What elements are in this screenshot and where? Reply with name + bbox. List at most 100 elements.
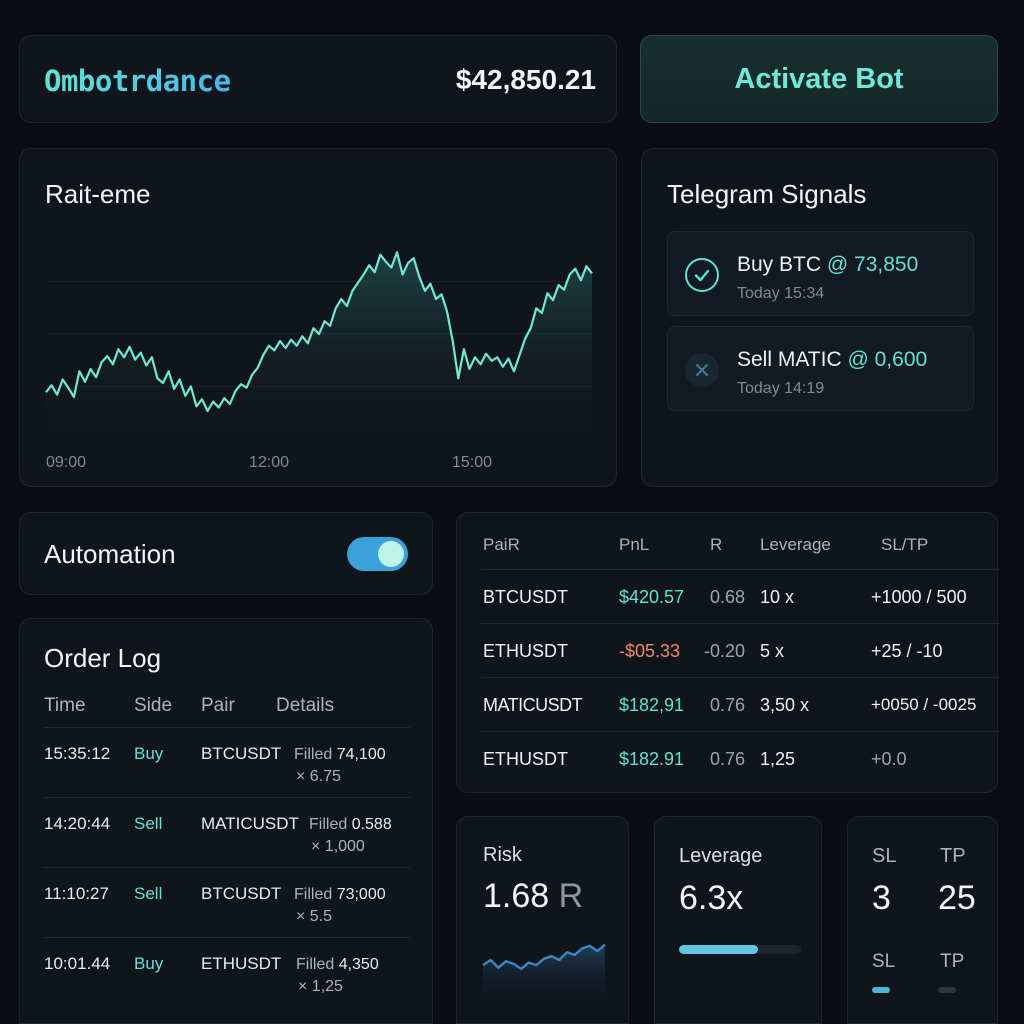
position-row[interactable]: ETHUSDT $182.91 0.76 1,25 +0.0 — [481, 731, 999, 785]
tp-label-secondary: TP — [940, 951, 965, 972]
position-sltp: +0.0 — [871, 749, 907, 769]
order-log-row[interactable]: 11:10:27 Sell BTCUSDT Filled 73;000 × 5.… — [44, 867, 410, 937]
log-header-side: Side — [134, 695, 173, 716]
x-icon — [685, 353, 719, 387]
filled-label: Filled — [294, 886, 333, 903]
automation-label: Automation — [44, 539, 176, 569]
filled-label: Filled — [294, 746, 333, 763]
price-chart-card: Rait-eme 09:00 12:00 15:00 — [19, 148, 617, 487]
log-header-details: Details — [276, 695, 335, 716]
check-icon — [685, 258, 719, 292]
sl-value: 3 — [872, 879, 891, 917]
risk-value: 1.68 R — [483, 877, 583, 916]
leverage-value: 6.3x — [679, 879, 744, 917]
order-side: Sell — [134, 884, 163, 903]
header-bar: Ombotrdance $42,850.21 — [19, 35, 617, 123]
order-pair: BTCUSDT — [201, 884, 282, 903]
risk-sparkline — [482, 943, 606, 1007]
btc-price: $42,850.21 — [455, 64, 596, 95]
telegram-title: Telegram Signals — [667, 179, 867, 209]
sl-indicator — [872, 987, 890, 993]
position-sltp: +1000 / 500 — [871, 587, 967, 607]
position-sltp: +25 / -10 — [871, 641, 943, 661]
x-tick-label: 12:00 — [249, 454, 289, 471]
filled-price: 74,100 — [336, 746, 386, 763]
filled-label: Filled — [296, 956, 335, 973]
position-r: 0.76 — [710, 695, 746, 715]
filled-qty: × 1,25 — [298, 978, 343, 995]
filled-qty: × 5.5 — [296, 908, 333, 925]
position-pair: ETHUSDT — [483, 641, 568, 661]
signal-item[interactable]: Buy BTC @ 73,850 Today 15:34 — [667, 231, 974, 316]
col-header-pair: PaiR — [483, 535, 520, 554]
filled-label: Filled — [309, 816, 348, 833]
position-leverage: 10 x — [760, 587, 795, 607]
col-header-sltp: SL/TP — [881, 535, 929, 554]
app-logo: Ombotrdance — [44, 64, 231, 98]
automation-card: Automation — [19, 512, 433, 595]
position-leverage: 3,50 x — [760, 695, 810, 715]
sltp-card: SL TP 3 25 SL TP — [847, 816, 998, 1024]
price-chart: 09:00 12:00 15:00 — [45, 251, 593, 471]
order-time: 15:35:12 — [44, 744, 111, 763]
position-r: -0.20 — [704, 641, 746, 661]
activate-bot-button[interactable]: Activate Bot — [640, 35, 998, 123]
telegram-signals-card: Telegram Signals Buy BTC @ 73,850 Today … — [641, 148, 998, 487]
log-header-time: Time — [44, 695, 86, 716]
col-header-leverage: Leverage — [760, 535, 831, 554]
position-leverage: 5 x — [760, 641, 785, 661]
order-side: Buy — [134, 954, 164, 973]
signal-price: @ 73,850 — [826, 253, 919, 276]
order-details: Filled 73;000 × 5.5 — [294, 884, 386, 928]
sparkline-area — [483, 944, 605, 1007]
leverage-card: Leverage 6.3x — [654, 816, 822, 1024]
order-log-title: Order Log — [44, 643, 162, 673]
position-pnl: $182.91 — [619, 749, 685, 769]
leverage-title: Leverage — [679, 845, 763, 867]
filled-price: 0.588 — [351, 816, 392, 833]
x-tick-label: 15:00 — [452, 454, 492, 471]
signal-time: Today 14:19 — [737, 380, 825, 397]
position-sltp: +0050 / -0025 — [871, 695, 977, 714]
position-pnl: $182,91 — [619, 695, 685, 715]
leverage-bar-fill — [679, 945, 759, 954]
position-pnl: -$05.33 — [619, 641, 681, 661]
signal-text: Buy BTC @ 73,850 — [737, 253, 918, 277]
order-side: Buy — [134, 744, 164, 763]
filled-qty: × 1,000 — [311, 838, 365, 855]
position-row[interactable]: ETHUSDT -$05.33 -0.20 5 x +25 / -10 — [481, 623, 999, 677]
order-time: 10:01.44 — [44, 954, 111, 973]
risk-card: Risk 1.68 R — [456, 816, 629, 1024]
signal-label: Sell MATIC — [737, 348, 842, 371]
order-details: Filled 0.588 × 1,000 — [309, 814, 392, 858]
chart-area-fill — [46, 252, 592, 439]
filled-qty: × 6.75 — [296, 768, 341, 785]
col-header-r: R — [710, 535, 723, 554]
tp-label: TP — [940, 845, 966, 867]
risk-unit: R — [558, 877, 584, 915]
x-tick-label: 09:00 — [46, 454, 86, 471]
position-row[interactable]: MATICUSDT $182,91 0.76 3,50 x +0050 / -0… — [481, 677, 999, 731]
position-row[interactable]: BTCUSDT $420.57 0.68 10 x +1000 / 500 — [481, 569, 999, 623]
order-log-row[interactable]: 15:35:12 Buy BTCUSDT Filled 74,100 × 6.7… — [44, 727, 410, 797]
signal-text: Sell MATIC @ 0,600 — [737, 348, 927, 372]
signal-item[interactable]: Sell MATIC @ 0,600 Today 14:19 — [667, 326, 974, 411]
order-log-card: Order Log Time Side Pair Details 15:35:1… — [19, 618, 433, 1024]
risk-title: Risk — [483, 844, 522, 866]
order-details: Filled 4,350 × 1,25 — [296, 954, 379, 998]
order-pair: ETHUSDT — [201, 954, 282, 973]
position-pnl: $420.57 — [619, 587, 685, 607]
automation-toggle[interactable] — [347, 537, 408, 571]
order-details: Filled 74,100 × 6.75 — [294, 744, 386, 788]
positions-table: PaiR PnL R Leverage SL/TP BTCUSDT $420.5… — [456, 512, 999, 793]
log-header-pair: Pair — [201, 695, 235, 716]
signal-time: Today 15:34 — [737, 285, 825, 302]
sl-label: SL — [872, 845, 897, 867]
leverage-bar-track — [679, 945, 801, 954]
order-log-row[interactable]: 10:01.44 Buy ETHUSDT Filled 4,350 × 1,25 — [44, 937, 410, 1007]
position-pair: ETHUSDT — [483, 749, 568, 769]
sl-label-secondary: SL — [872, 951, 896, 972]
order-log-row[interactable]: 14:20:44 Sell MATICUSDT Filled 0.588 × 1… — [44, 797, 410, 867]
position-r: 0.76 — [710, 749, 746, 769]
filled-price: 4,350 — [338, 956, 379, 973]
